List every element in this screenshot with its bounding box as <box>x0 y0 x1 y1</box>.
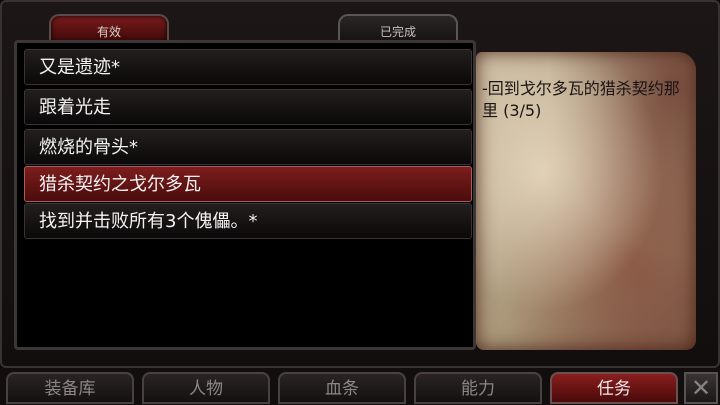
tab-active[interactable]: 有效 <box>49 14 169 42</box>
quest-list-panel: 又是遗迹* 跟着光走 燃烧的骨头* 猎杀契约之戈尔多瓦 找到并击败所有3个傀儡。… <box>14 40 476 350</box>
bottom-nav: 装备库 人物 血条 能力 任务 ✕ <box>0 368 720 405</box>
quest-detail-parchment: -回到戈尔多瓦的猎杀契约那里 (3/5) <box>476 52 696 350</box>
quest-row[interactable]: 燃烧的骨头* <box>24 129 472 165</box>
quest-objective-text: -回到戈尔多瓦的猎杀契约那里 (3/5) <box>482 79 680 120</box>
quest-row[interactable]: 又是遗迹* <box>24 49 472 85</box>
tab-completed[interactable]: 已完成 <box>338 14 458 42</box>
nav-health-button[interactable]: 血条 <box>278 372 406 404</box>
close-icon[interactable]: ✕ <box>684 372 718 404</box>
quest-row[interactable]: 找到并击败所有3个傀儡。* <box>24 203 472 239</box>
nav-abilities-button[interactable]: 能力 <box>414 372 542 404</box>
nav-character-button[interactable]: 人物 <box>142 372 270 404</box>
nav-quests-button[interactable]: 任务 <box>550 372 678 404</box>
quest-row-selected[interactable]: 猎杀契约之戈尔多瓦 <box>24 166 472 202</box>
quest-row[interactable]: 跟着光走 <box>24 89 472 125</box>
nav-inventory-button[interactable]: 装备库 <box>6 372 134 404</box>
